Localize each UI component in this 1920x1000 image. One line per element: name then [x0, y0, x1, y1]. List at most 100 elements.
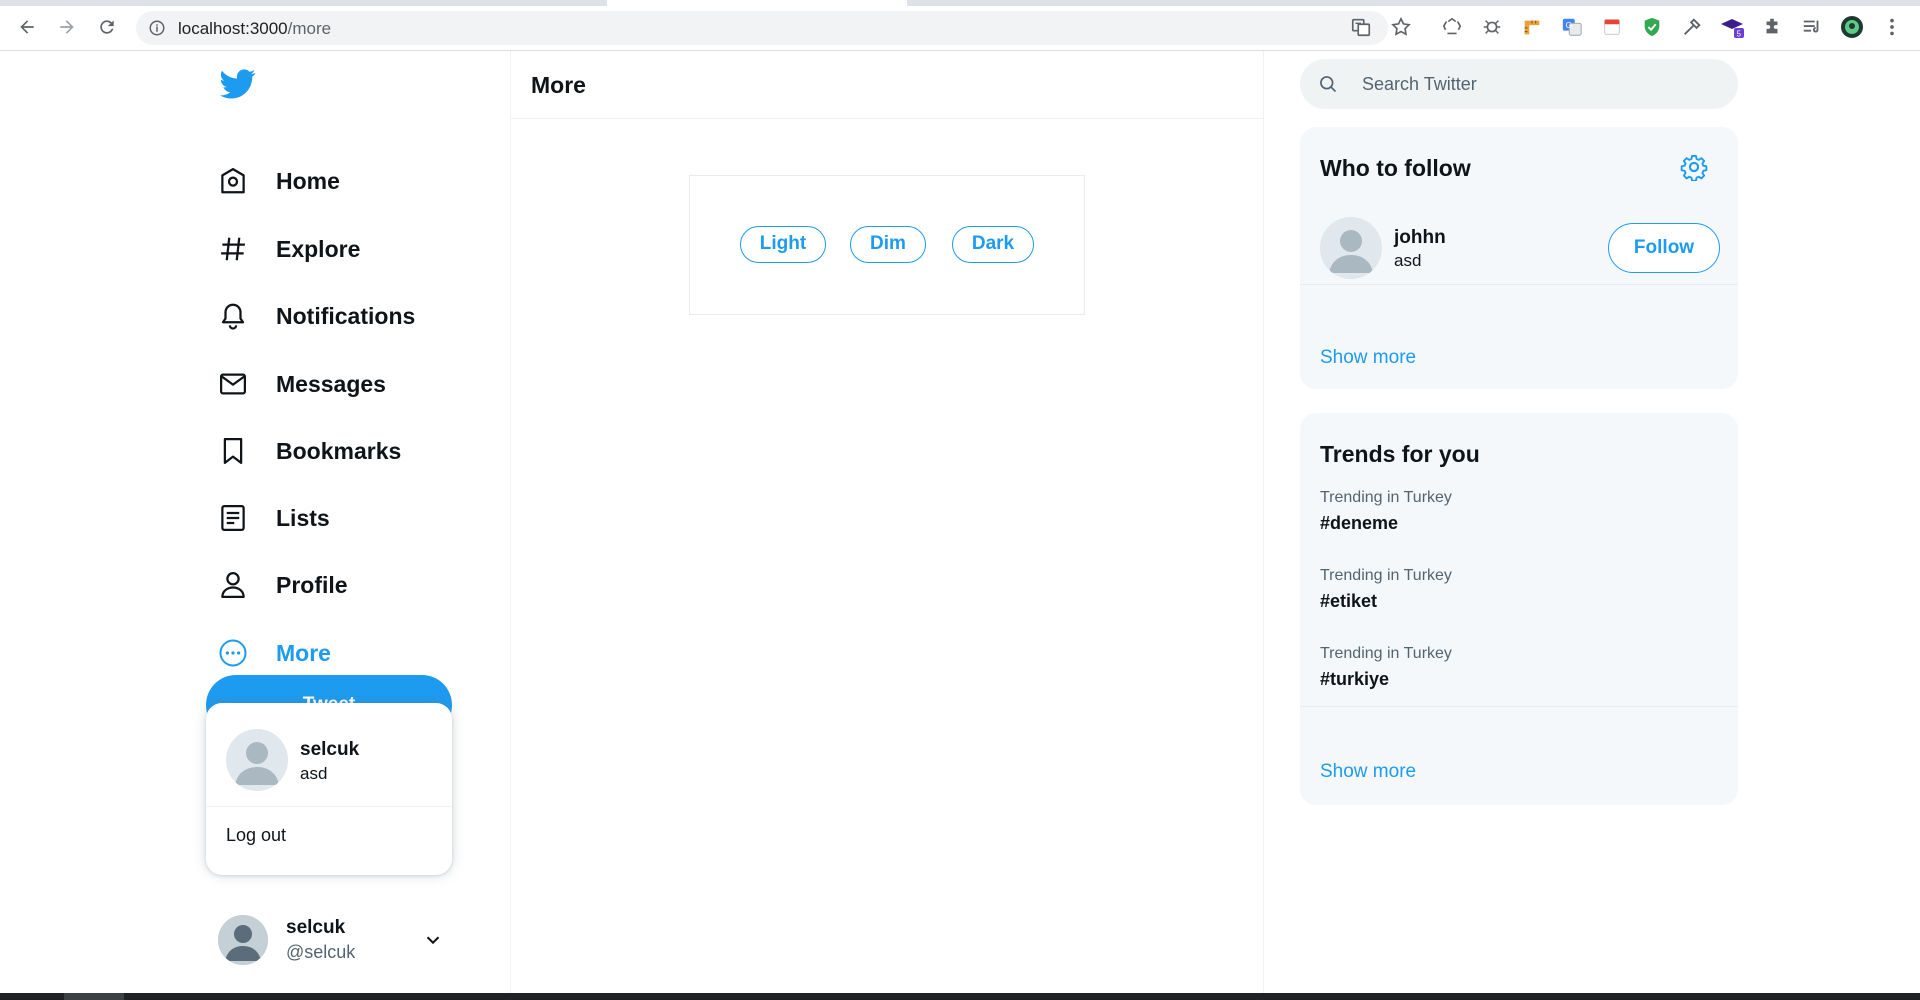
- sidebar-item-profile[interactable]: Profile: [218, 561, 348, 609]
- left-sidebar: Home Explore Notifications Messages Book…: [206, 51, 510, 993]
- popup-user[interactable]: selcuk asd: [206, 703, 452, 807]
- avatar: [1320, 217, 1382, 279]
- trends-show-more[interactable]: Show more: [1320, 761, 1416, 783]
- trends-panel: Trends for you Trending in Turkey #denem…: [1300, 413, 1738, 805]
- reading-list-button[interactable]: [1800, 15, 1824, 39]
- sidebar-item-label: Home: [276, 167, 340, 194]
- right-sidebar: Who to follow johhn asd Follow Show more…: [1300, 51, 1740, 993]
- sidebar-item-more[interactable]: More: [218, 629, 331, 677]
- url-path: /more: [287, 19, 332, 38]
- info-icon[interactable]: [148, 19, 166, 37]
- kebab-menu-icon: [1890, 18, 1894, 36]
- graduation-cap-icon: 5: [1721, 19, 1744, 39]
- trend-item[interactable]: Trending in Turkey #etiket: [1320, 567, 1452, 612]
- who-to-follow-panel: Who to follow johhn asd Follow Show more: [1300, 127, 1738, 389]
- account-switcher[interactable]: selcuk @selcuk: [218, 909, 452, 973]
- avatar: [218, 915, 268, 965]
- trend-tag: #deneme: [1320, 513, 1399, 533]
- reload-icon: [100, 20, 114, 34]
- sidebar-item-label: Notifications: [276, 302, 416, 329]
- who-to-follow-show-more[interactable]: Show more: [1320, 347, 1416, 369]
- logout-button[interactable]: Log out: [226, 825, 286, 846]
- browser-menu-button[interactable]: [1880, 15, 1904, 39]
- chevron-down-icon: [426, 936, 440, 945]
- active-tab[interactable]: [607, 0, 907, 6]
- suggestion-name: johhn: [1394, 227, 1446, 248]
- bell-icon: [218, 301, 248, 331]
- sidebar-item-label: Lists: [276, 504, 330, 531]
- hashtag-icon: [218, 234, 248, 264]
- bookmark-icon: [218, 436, 248, 466]
- calendar-icon: [1604, 19, 1620, 35]
- sidebar-item-label: Messages: [276, 370, 386, 397]
- eyedropper-icon: [1684, 18, 1701, 35]
- extensions-button[interactable]: [1760, 15, 1784, 39]
- suggestion-handle: asd: [1394, 251, 1422, 270]
- shield-icon: [1644, 17, 1660, 37]
- extension-translate[interactable]: G: [1560, 15, 1584, 39]
- popup-user-handle: asd: [300, 764, 328, 783]
- trend-item[interactable]: Trending in Turkey #turkiye: [1320, 645, 1452, 690]
- main-column: More Light Dim Dark: [510, 51, 1264, 993]
- reload-button[interactable]: [94, 14, 120, 40]
- follow-suggestion[interactable]: johhn asd Follow: [1300, 203, 1738, 285]
- sidebar-item-messages[interactable]: Messages: [218, 360, 386, 408]
- star-icon[interactable]: [1390, 16, 1412, 38]
- trend-context: Trending in Turkey: [1320, 645, 1452, 662]
- page-title: More: [531, 72, 586, 98]
- theme-dim-button[interactable]: Dim: [850, 226, 926, 263]
- sidebar-item-home[interactable]: Home: [218, 157, 340, 205]
- url-text: localhost:3000/more: [178, 19, 331, 39]
- url-host: localhost:3000: [178, 19, 288, 38]
- recycle-icon: [1442, 17, 1462, 35]
- forward-button[interactable]: [54, 14, 80, 40]
- address-bar[interactable]: localhost:3000/more: [136, 11, 1388, 45]
- trend-context: Trending in Turkey: [1320, 489, 1452, 506]
- extension-ruler[interactable]: [1520, 15, 1544, 39]
- popup-user-name: selcuk: [300, 739, 360, 760]
- playlist-icon: [1803, 20, 1819, 33]
- default-avatar-icon: [218, 915, 268, 965]
- account-handle: @selcuk: [286, 942, 356, 962]
- svg-text:G: G: [1566, 21, 1572, 30]
- avatar: [226, 729, 288, 791]
- follow-button[interactable]: Follow: [1608, 223, 1720, 273]
- search-input[interactable]: [1362, 59, 1722, 109]
- sidebar-item-notifications[interactable]: Notifications: [218, 292, 415, 340]
- sidebar-item-label: More: [276, 639, 331, 666]
- extension-bug[interactable]: [1480, 15, 1504, 39]
- extension-eyedropper[interactable]: [1680, 15, 1704, 39]
- extension-shield[interactable]: [1640, 15, 1664, 39]
- person-icon: [218, 570, 248, 600]
- sidebar-item-label: Profile: [276, 571, 348, 598]
- theme-light-button[interactable]: Light: [740, 226, 826, 263]
- twitter-logo-icon[interactable]: [220, 66, 256, 102]
- trend-tag: #turkiye: [1320, 669, 1390, 689]
- tab-strip: [0, 0, 1920, 6]
- sidebar-item-label: Bookmarks: [276, 437, 402, 464]
- search-box[interactable]: [1300, 59, 1738, 109]
- divider: [1300, 706, 1738, 707]
- profile-avatar-button[interactable]: [1840, 15, 1864, 39]
- extension-graduation[interactable]: 5: [1720, 15, 1744, 39]
- sidebar-item-explore[interactable]: Explore: [218, 225, 360, 273]
- arrow-right-icon: [60, 20, 74, 34]
- home-icon: [218, 166, 248, 196]
- trend-item[interactable]: Trending in Turkey #deneme: [1320, 489, 1452, 534]
- envelope-icon: [218, 369, 248, 399]
- taskbar-item[interactable]: [64, 993, 124, 1000]
- theme-dark-button[interactable]: Dark: [952, 226, 1034, 263]
- sidebar-item-lists[interactable]: Lists: [218, 494, 330, 542]
- ruler-icon: [1524, 20, 1540, 35]
- extension-calendar[interactable]: [1600, 15, 1624, 39]
- translate-icon[interactable]: [1350, 16, 1372, 38]
- profile-avatar-icon: [1841, 16, 1863, 38]
- extension-recycle[interactable]: [1440, 15, 1464, 39]
- back-button[interactable]: [14, 14, 40, 40]
- browser-toolbar: localhost:3000/more G 5: [0, 0, 1920, 51]
- trend-tag: #etiket: [1320, 591, 1378, 611]
- sidebar-item-bookmarks[interactable]: Bookmarks: [218, 427, 401, 475]
- account-name: selcuk: [286, 917, 346, 938]
- default-avatar-icon: [1320, 217, 1382, 279]
- gear-icon[interactable]: [1680, 153, 1708, 181]
